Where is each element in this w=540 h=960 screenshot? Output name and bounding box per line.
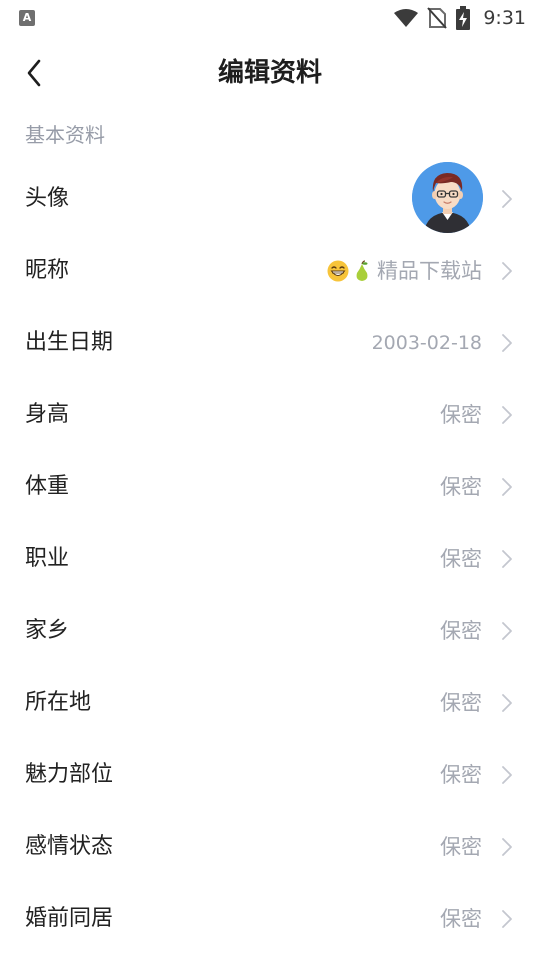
row-premarital-cohabitation[interactable]: 婚前同居 保密 <box>0 883 540 955</box>
nickname-text: 精品下载站 <box>377 259 482 283</box>
birthday-value: 2003-02-18 <box>371 332 482 354</box>
chevron-right-icon <box>502 478 512 496</box>
chevron-right-icon <box>502 838 512 856</box>
row-weight[interactable]: 体重 保密 <box>0 451 540 523</box>
relationship-status-value: 保密 <box>440 835 482 859</box>
row-label: 出生日期 <box>25 330 114 355</box>
avatar[interactable] <box>412 162 483 233</box>
row-label: 职业 <box>25 546 70 571</box>
chevron-right-icon <box>502 189 512 208</box>
header: 编辑资料 <box>0 36 540 110</box>
row-avatar[interactable]: 头像 <box>0 162 540 235</box>
chevron-right-icon <box>502 334 512 352</box>
grinning-face-emoji-icon <box>327 260 349 282</box>
row-height[interactable]: 身高 保密 <box>0 379 540 451</box>
row-label: 头像 <box>25 185 70 211</box>
row-birthday[interactable]: 出生日期 2003-02-18 <box>0 307 540 379</box>
no-sim-icon <box>427 7 448 29</box>
row-label: 昵称 <box>25 258 70 283</box>
chevron-right-icon <box>502 406 512 424</box>
height-value: 保密 <box>440 403 482 427</box>
occupation-value: 保密 <box>440 547 482 571</box>
row-relationship-status[interactable]: 感情状态 保密 <box>0 811 540 883</box>
weight-value: 保密 <box>440 475 482 499</box>
nickname-value: 精品下载站 <box>327 257 482 285</box>
status-bar: A 9:31 <box>0 0 540 36</box>
row-nickname[interactable]: 昵称 精品下载站 <box>0 235 540 307</box>
hometown-value: 保密 <box>440 619 482 643</box>
profile-list: 头像 昵称 精品下载站 出生日期 2003-02-18 身高 保密 体重 保密 … <box>0 162 540 955</box>
row-label: 感情状态 <box>25 834 114 859</box>
row-label: 体重 <box>25 474 70 499</box>
app-notification-icon: A <box>19 10 35 26</box>
row-label: 身高 <box>25 402 70 427</box>
row-label: 婚前同居 <box>25 906 114 931</box>
row-label: 魅力部位 <box>25 762 114 787</box>
wifi-icon <box>394 9 419 27</box>
chevron-right-icon <box>502 622 512 640</box>
chevron-right-icon <box>502 262 512 280</box>
page-title: 编辑资料 <box>217 58 322 88</box>
chevron-right-icon <box>502 694 512 712</box>
status-time: 9:31 <box>483 7 526 29</box>
chevron-right-icon <box>502 910 512 928</box>
pear-emoji-icon <box>356 260 368 281</box>
row-location[interactable]: 所在地 保密 <box>0 667 540 739</box>
row-hometown[interactable]: 家乡 保密 <box>0 595 540 667</box>
premarital-cohabitation-value: 保密 <box>440 907 482 931</box>
row-charm-part[interactable]: 魅力部位 保密 <box>0 739 540 811</box>
charm-part-value: 保密 <box>440 763 482 787</box>
row-label: 所在地 <box>25 690 92 715</box>
chevron-right-icon <box>502 766 512 784</box>
row-label: 家乡 <box>25 618 70 643</box>
avatar-illustration <box>412 162 483 233</box>
chevron-right-icon <box>502 550 512 568</box>
row-occupation[interactable]: 职业 保密 <box>0 523 540 595</box>
battery-charging-icon <box>456 6 471 30</box>
status-icons: 9:31 <box>393 6 526 30</box>
location-value: 保密 <box>440 691 482 715</box>
section-heading: 基本资料 <box>25 123 105 147</box>
